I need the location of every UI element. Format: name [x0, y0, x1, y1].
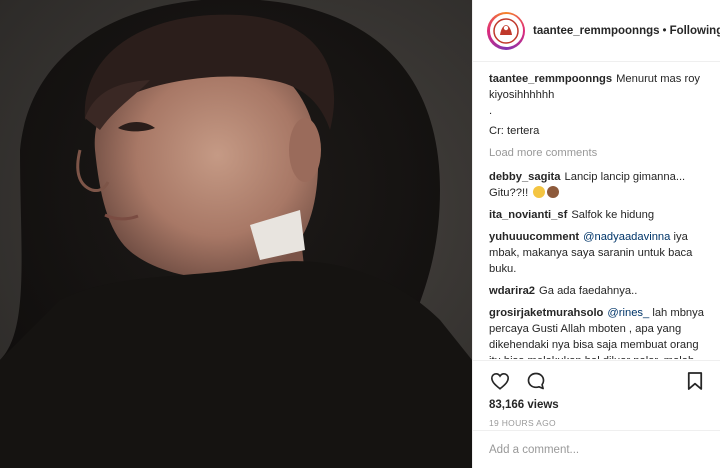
- caption-username[interactable]: taantee_remmpoonngs: [489, 73, 612, 85]
- comment-bubble-icon[interactable]: [525, 370, 547, 392]
- post-media[interactable]: [0, 0, 472, 468]
- comment-text: Salfok ke hidung: [571, 209, 655, 221]
- add-comment-bar: [473, 430, 720, 468]
- portrait-image: [0, 0, 472, 468]
- see-no-evil-monkey-emoji-icon: [547, 186, 560, 198]
- comment-mention[interactable]: @nadyaadavinna: [583, 231, 670, 243]
- post-timestamp[interactable]: 19 HOURS AGO: [489, 418, 706, 428]
- comment-username[interactable]: wdarira2: [489, 285, 535, 297]
- bookmark-icon[interactable]: [684, 370, 706, 392]
- avatar-logo-icon: [493, 17, 519, 44]
- confused-face-emoji-icon: [533, 186, 546, 198]
- header-username[interactable]: taantee_remmpoonngs: [533, 25, 660, 37]
- comment-username[interactable]: yuhuuucomment: [489, 231, 579, 243]
- comments-list[interactable]: taantee_remmpoonngs Menurut mas roy kiyos…: [473, 63, 720, 359]
- comment-username[interactable]: grosirjaketmurahsolo: [489, 307, 603, 319]
- post-details-panel: taantee_remmpoonngs • Following taantee_re…: [472, 0, 720, 468]
- caption-text-line3: Cr: tertera: [489, 125, 540, 137]
- avatar[interactable]: [487, 11, 525, 50]
- comment-item: debby_sagita Lancip lancip gimanna... Git…: [489, 169, 708, 201]
- post-header: taantee_remmpoonngs • Following: [473, 0, 720, 62]
- load-more-comments-button[interactable]: Load more comments: [489, 145, 708, 161]
- views-count[interactable]: 83,166 views: [489, 399, 706, 411]
- comment-username[interactable]: ita_novianti_sf: [489, 209, 567, 221]
- comment-item: yuhuuucomment @nadyaadavinna iya mbak, ma…: [489, 229, 708, 277]
- comment-username[interactable]: debby_sagita: [489, 171, 561, 183]
- comment-item: ita_novianti_sf Salfok ke hidung: [489, 207, 708, 223]
- comment-text: Ga ada faedahnya..: [539, 285, 638, 297]
- comment-item: wdarira2 Ga ada faedahnya..: [489, 283, 708, 299]
- caption-text-line2: .: [489, 105, 493, 117]
- add-comment-input[interactable]: [489, 443, 704, 456]
- comment-mention[interactable]: @rines_: [607, 307, 649, 319]
- following-button[interactable]: Following: [670, 25, 720, 37]
- header-separator: •: [662, 24, 667, 37]
- comment-item: grosirjaketmurahsolo @rines_ lah mbnya pe…: [489, 305, 708, 359]
- action-row: [489, 367, 706, 395]
- caption: taantee_remmpoonngs Menurut mas roy kiyos…: [489, 71, 708, 139]
- header-text: taantee_remmpoonngs • Following: [533, 25, 720, 37]
- heart-icon[interactable]: [489, 370, 511, 392]
